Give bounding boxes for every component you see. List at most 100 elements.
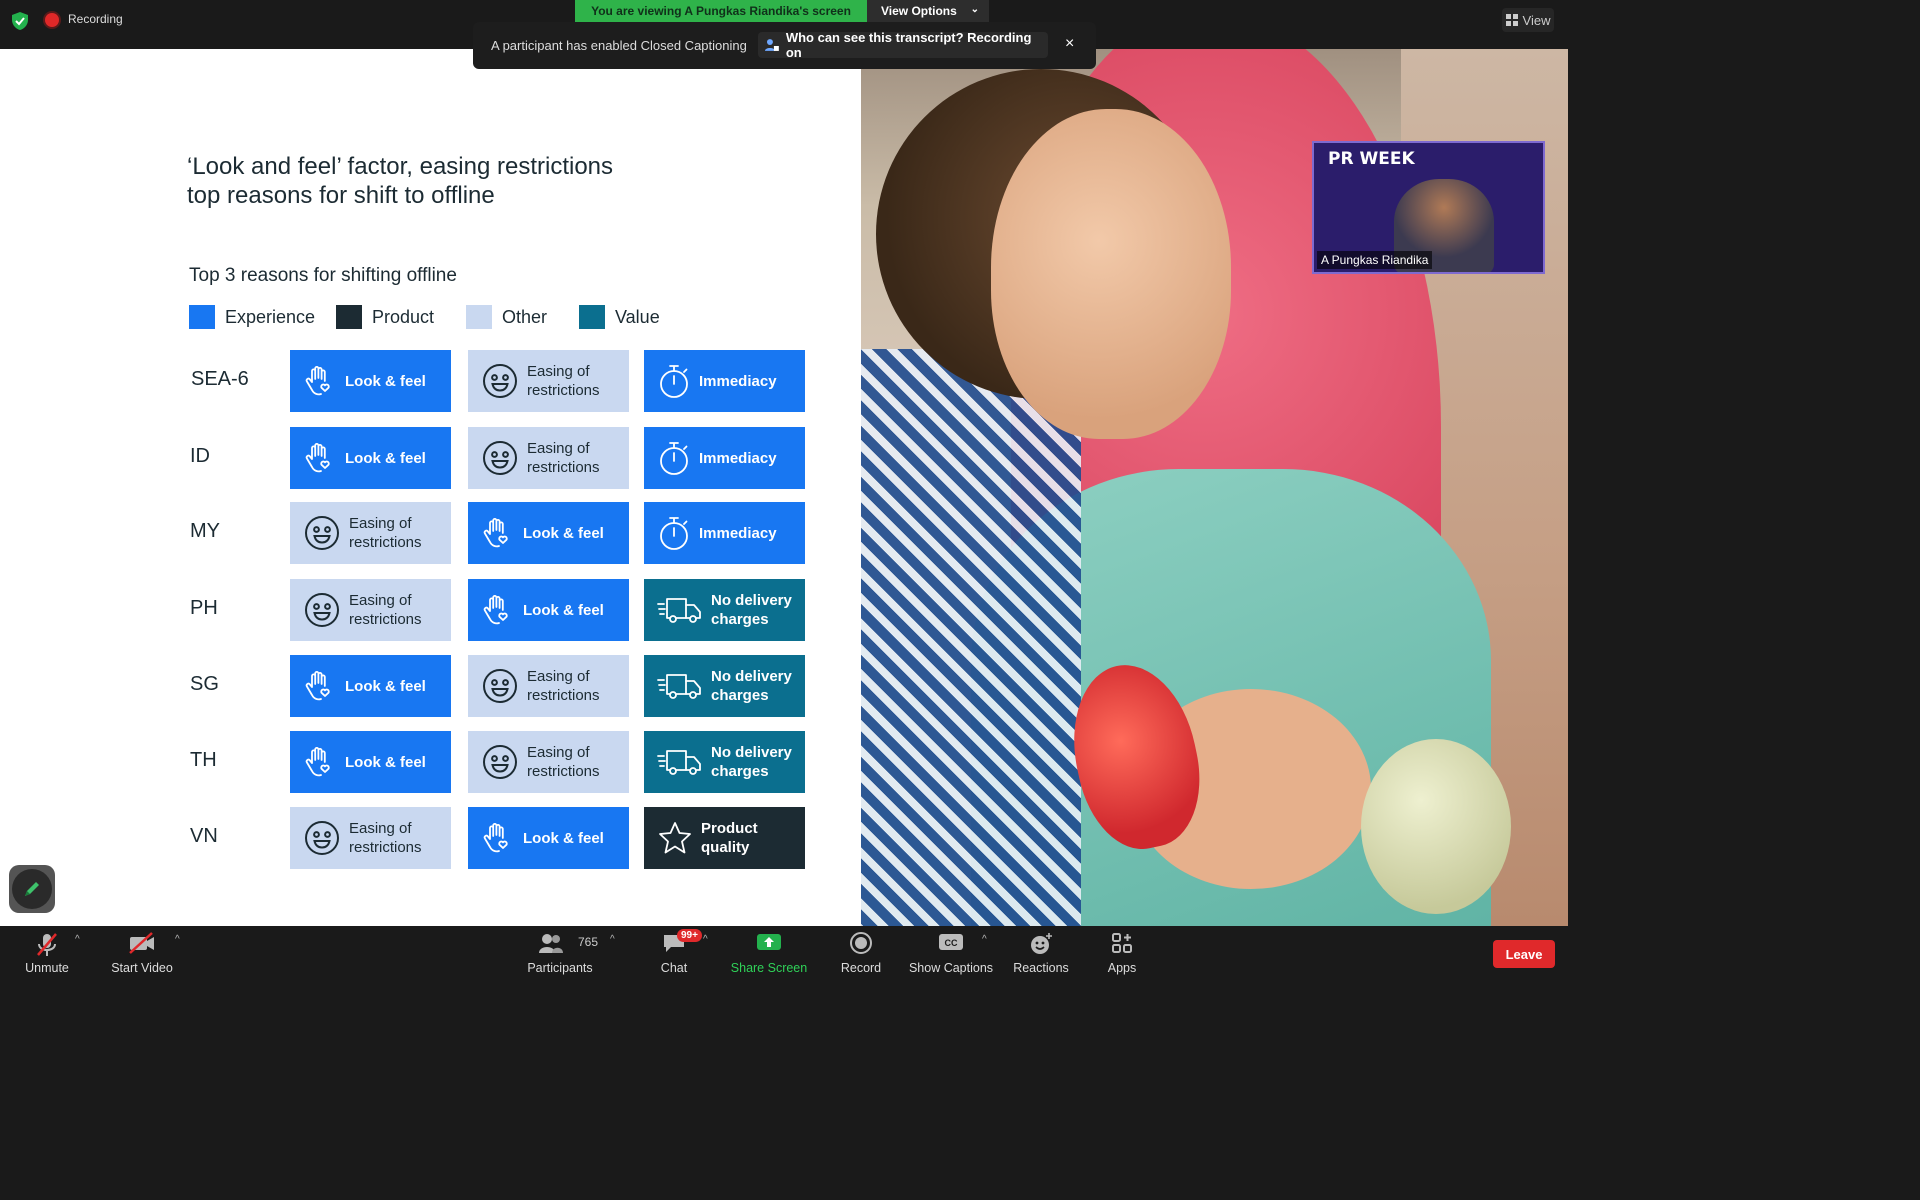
slide-title: ‘Look and feel’ factor, easing restricti… (187, 153, 614, 209)
reason-cell: No delivery charges (644, 579, 805, 641)
reactions-button[interactable]: Reactions (1010, 926, 1072, 980)
stopwatch-icon (657, 440, 691, 476)
security-shield-icon[interactable] (10, 11, 30, 31)
reason-label: Easing of restrictions (527, 744, 600, 780)
reason-label: Look & feel (523, 524, 604, 542)
grid-view-icon (1505, 14, 1518, 26)
reason-label: Look & feel (523, 829, 604, 847)
captions-options-caret-icon[interactable]: ^ (982, 934, 987, 945)
legend-swatch (579, 305, 605, 329)
hand-heart-icon (481, 821, 515, 855)
row-label: TH (190, 749, 217, 771)
reason-cell: Look & feel (290, 655, 451, 717)
reason-cell: Look & feel (290, 731, 451, 793)
transcript-question: Who can see this transcript? Recording o… (785, 30, 1032, 60)
reason-label: Look & feel (345, 753, 426, 771)
hand-heart-icon (303, 364, 337, 398)
microphone-muted-icon (37, 933, 57, 956)
share-screen-button[interactable]: Share Screen (730, 926, 808, 980)
annotate-button[interactable] (9, 865, 55, 913)
recording-label: Recording (68, 12, 123, 26)
legend-item-product: Product (336, 304, 434, 330)
hand-heart-icon (303, 669, 337, 703)
reason-label: Immediacy (699, 524, 777, 542)
view-layout-button[interactable]: View (1502, 8, 1554, 32)
chevron-down-icon: ⌄ (970, 4, 979, 15)
smiley-icon (303, 591, 341, 629)
row-label: PH (190, 597, 218, 619)
reason-label: Look & feel (345, 372, 426, 390)
reason-cell: Easing of restrictions (290, 579, 451, 641)
reason-cell: Immediacy (644, 502, 805, 564)
reason-label: No delivery charges (711, 592, 792, 628)
reason-label: Product quality (701, 820, 758, 856)
reason-cell: Look & feel (468, 807, 629, 869)
apps-button[interactable]: Apps (1100, 926, 1144, 980)
reason-cell: Product quality (644, 807, 805, 869)
meeting-toolbar: Unmute ^ Start Video ^ Participants 765 … (0, 926, 1568, 980)
speaker-video-thumbnail[interactable]: PR WEEK A Pungkas Riandika (1312, 141, 1545, 274)
row-label: MY (190, 520, 220, 542)
transcript-visibility-button[interactable]: Who can see this transcript? Recording o… (758, 30, 1048, 60)
reason-label: No delivery charges (711, 744, 792, 780)
reason-label: Easing of restrictions (349, 820, 422, 856)
reason-cell: Look & feel (290, 427, 451, 489)
reason-cell: Immediacy (644, 350, 805, 412)
participants-icon (539, 934, 563, 953)
shared-slide: ‘Look and feel’ factor, easing restricti… (0, 49, 861, 926)
close-icon[interactable]: × (1065, 35, 1074, 53)
start-video-button[interactable]: Start Video (108, 926, 176, 980)
smiley-icon (303, 514, 341, 552)
reason-label: Easing of restrictions (349, 592, 422, 628)
row-label: ID (190, 445, 210, 467)
reason-cell: Look & feel (468, 502, 629, 564)
legend-label: Other (502, 306, 548, 327)
video-options-caret-icon[interactable]: ^ (175, 934, 180, 945)
legend-swatch (466, 305, 492, 329)
legend-label: Value (615, 306, 660, 327)
star-icon (657, 820, 693, 856)
stopwatch-icon (657, 363, 691, 399)
reason-cell: Look & feel (468, 579, 629, 641)
legend-item-other: Other (466, 304, 547, 330)
reactions-smiley-icon (1031, 933, 1052, 954)
smiley-icon (481, 743, 519, 781)
reason-cell: Easing of restrictions (468, 350, 629, 412)
audio-options-caret-icon[interactable]: ^ (75, 934, 80, 945)
participants-options-caret-icon[interactable]: ^ (610, 934, 615, 945)
record-label: Record (840, 961, 882, 975)
reason-label: Immediacy (699, 372, 777, 390)
row-label: SEA-6 (191, 368, 249, 390)
legend-label: Experience (225, 306, 316, 327)
unmute-button[interactable]: Unmute (14, 926, 80, 980)
reason-label: No delivery charges (711, 668, 792, 704)
legend-swatch (189, 305, 215, 329)
leave-button[interactable]: Leave (1493, 940, 1555, 968)
reason-cell: Look & feel (290, 350, 451, 412)
reason-label: Immediacy (699, 449, 777, 467)
participants-count: 765 (578, 935, 599, 949)
reason-label: Easing of restrictions (527, 440, 600, 476)
smiley-icon (481, 362, 519, 400)
reason-cell: No delivery charges (644, 731, 805, 793)
delivery-truck-icon (657, 747, 703, 777)
legend-item-experience: Experience (189, 304, 315, 330)
record-button[interactable]: Record (836, 926, 886, 980)
legend-label: Product (372, 306, 435, 327)
delivery-truck-icon (657, 595, 703, 625)
show-captions-label: Show Captions (908, 961, 994, 975)
reason-label: Look & feel (523, 601, 604, 619)
unmute-label: Unmute (25, 961, 69, 975)
legend-swatch (336, 305, 362, 329)
recording-indicator-icon (45, 13, 59, 27)
reason-cell: Easing of restrictions (290, 807, 451, 869)
person-lock-icon (764, 39, 779, 51)
smiley-icon (303, 819, 341, 857)
chat-label: Chat (660, 961, 688, 975)
pen-icon (25, 882, 39, 896)
record-icon (850, 932, 872, 954)
chat-options-caret-icon[interactable]: ^ (703, 934, 708, 945)
reason-label: Easing of restrictions (527, 363, 600, 399)
view-options-button[interactable]: View Options ⌄ (867, 0, 989, 22)
reason-label: Look & feel (345, 677, 426, 695)
